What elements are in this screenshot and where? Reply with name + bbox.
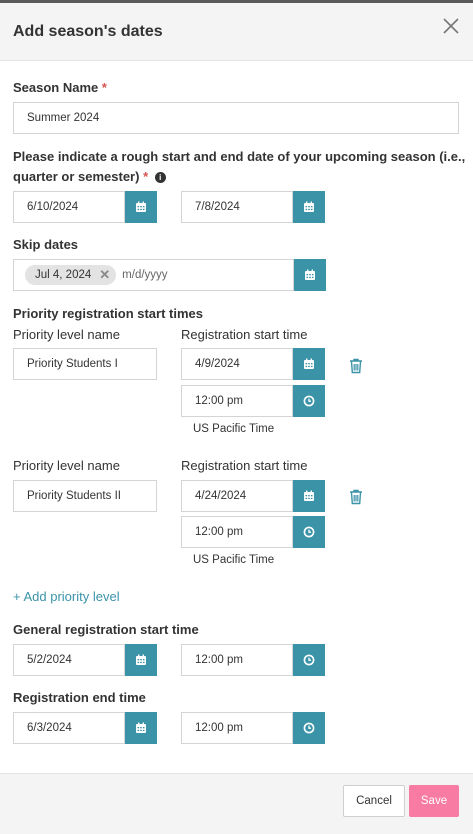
- info-icon[interactable]: i: [154, 172, 166, 183]
- timezone-label: US Pacific Time: [193, 423, 275, 435]
- priority-date-input[interactable]: 4/9/2024: [181, 348, 293, 380]
- skip-dates-label: Skip dates: [13, 237, 79, 252]
- season-name-value: Summer 2024: [27, 112, 100, 124]
- priority-time-input[interactable]: 12:00 pm: [181, 385, 293, 417]
- season-start-date-input[interactable]: 6/10/2024: [13, 191, 125, 223]
- season-dates-label-line2: quarter or semester) * i: [13, 169, 166, 184]
- required-marker: *: [101, 80, 107, 95]
- priority-level-name-label: Priority level name: [13, 458, 120, 473]
- skip-date-chip-label: Jul 4, 2024: [35, 269, 92, 281]
- calendar-icon: [135, 654, 147, 666]
- priority-time-value: 12:00 pm: [195, 395, 243, 407]
- calendar-icon: [304, 269, 316, 281]
- priority-date-value: 4/9/2024: [195, 358, 240, 370]
- calendar-icon: [303, 490, 315, 502]
- priority-time-clock-button[interactable]: [293, 516, 325, 548]
- calendar-icon: [303, 358, 315, 370]
- end-date-value: 6/3/2024: [27, 722, 72, 734]
- calendar-icon: [135, 722, 147, 734]
- season-end-date-input[interactable]: 7/8/2024: [181, 191, 293, 223]
- general-date-value: 5/2/2024: [27, 654, 72, 666]
- general-registration-label: General registration start time: [13, 622, 199, 637]
- modal-title: Add season's dates: [13, 23, 163, 40]
- priority-date-value: 4/24/2024: [195, 490, 247, 502]
- season-dates-label-line2-text: quarter or semester): [13, 169, 140, 184]
- priority-time-clock-button[interactable]: [293, 385, 325, 417]
- priority-level-name-value: Priority Students II: [27, 490, 121, 502]
- general-date-input[interactable]: 5/2/2024: [13, 644, 125, 676]
- close-icon[interactable]: [441, 16, 461, 36]
- end-time-input[interactable]: 12:00 pm: [181, 712, 293, 744]
- clock-icon: [303, 526, 315, 538]
- cancel-button[interactable]: Cancel: [343, 785, 405, 817]
- priority-date-calendar-button[interactable]: [293, 480, 325, 512]
- season-name-label-text: Season Name: [13, 80, 99, 95]
- required-marker: *: [143, 169, 149, 184]
- general-date-calendar-button[interactable]: [125, 644, 157, 676]
- priority-level-name-label: Priority level name: [13, 327, 120, 342]
- priority-level-name-value: Priority Students I: [27, 358, 118, 370]
- priority-level-name-input[interactable]: Priority Students II: [13, 480, 157, 512]
- season-start-calendar-button[interactable]: [125, 191, 157, 223]
- modal-header: Add season's dates: [0, 3, 473, 61]
- priority-section-label: Priority registration start times: [13, 306, 203, 321]
- end-date-input[interactable]: 6/3/2024: [13, 712, 125, 744]
- timezone-label: US Pacific Time: [193, 554, 275, 566]
- general-time-value: 12:00 pm: [195, 654, 243, 666]
- season-end-calendar-button[interactable]: [293, 191, 325, 223]
- calendar-icon: [135, 201, 147, 213]
- priority-level-name-input[interactable]: Priority Students I: [13, 348, 157, 380]
- priority-date-calendar-button[interactable]: [293, 348, 325, 380]
- season-name-input[interactable]: Summer 2024: [13, 102, 459, 134]
- clock-icon: [303, 654, 315, 666]
- calendar-icon: [303, 201, 315, 213]
- season-dates-label: Please indicate a rough start and end da…: [13, 149, 466, 164]
- general-time-input[interactable]: 12:00 pm: [181, 644, 293, 676]
- registration-start-time-label: Registration start time: [181, 458, 308, 473]
- clock-icon: [303, 722, 315, 734]
- registration-start-time-label: Registration start time: [181, 327, 308, 342]
- priority-time-value: 12:00 pm: [195, 526, 243, 538]
- general-time-clock-button[interactable]: [293, 644, 325, 676]
- save-button[interactable]: Save: [409, 785, 459, 817]
- trash-icon[interactable]: [348, 358, 364, 374]
- season-name-label: Season Name *: [13, 80, 107, 95]
- add-priority-level-link[interactable]: + Add priority level: [13, 589, 120, 604]
- season-end-date-value: 7/8/2024: [195, 201, 240, 213]
- skip-date-chip: Jul 4, 2024 ✕: [25, 265, 117, 285]
- priority-date-input[interactable]: 4/24/2024: [181, 480, 293, 512]
- chip-remove-icon[interactable]: ✕: [99, 267, 110, 283]
- end-time-clock-button[interactable]: [293, 712, 325, 744]
- trash-icon[interactable]: [348, 489, 364, 505]
- end-date-calendar-button[interactable]: [125, 712, 157, 744]
- skip-dates-placeholder: m/d/yyyy: [122, 269, 168, 281]
- season-start-date-value: 6/10/2024: [27, 201, 79, 213]
- end-time-value: 12:00 pm: [195, 722, 243, 734]
- registration-end-label: Registration end time: [13, 690, 146, 705]
- priority-time-input[interactable]: 12:00 pm: [181, 516, 293, 548]
- clock-icon: [303, 395, 315, 407]
- skip-dates-input[interactable]: Jul 4, 2024 ✕ m/d/yyyy: [13, 259, 294, 291]
- skip-dates-calendar-button[interactable]: [294, 259, 326, 291]
